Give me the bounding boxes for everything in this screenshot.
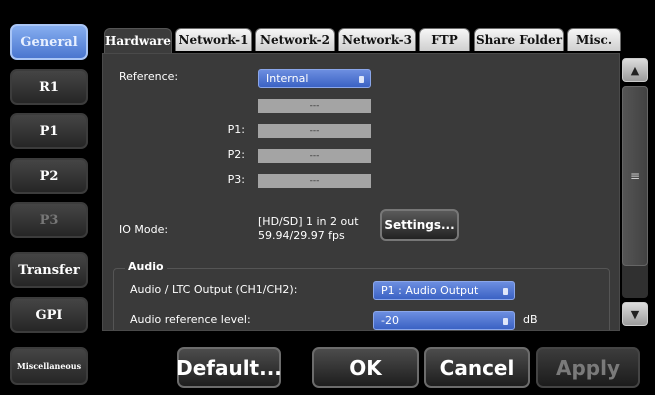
nav-p2-button[interactable]: P2 bbox=[10, 158, 88, 194]
reference-dropdown[interactable]: Internal bbox=[258, 69, 371, 88]
tab-misc[interactable]: Misc. bbox=[567, 28, 621, 51]
reference-label: Reference: bbox=[119, 70, 179, 83]
tab-network-3[interactable]: Network-3 bbox=[338, 28, 416, 51]
audio-ltc-dropdown-value: P1 : Audio Output bbox=[381, 284, 479, 297]
reference-status-field: --- bbox=[258, 99, 371, 113]
dropdown-arrow-icon bbox=[503, 288, 508, 295]
tab-share-folder[interactable]: Share Folder bbox=[474, 28, 564, 51]
tab-network-2[interactable]: Network-2 bbox=[255, 28, 335, 51]
scroll-up-button[interactable]: ▲ bbox=[622, 58, 648, 82]
triangle-down-icon: ▼ bbox=[630, 307, 640, 321]
hardware-panel: Reference: Internal --- P1: --- P2: --- … bbox=[102, 53, 620, 331]
io-mode-line1: [HD/SD] 1 in 2 out bbox=[258, 215, 359, 228]
dropdown-arrow-icon bbox=[359, 76, 364, 83]
audio-ltc-dropdown[interactable]: P1 : Audio Output bbox=[373, 281, 515, 300]
p2-label: P2: bbox=[227, 148, 245, 161]
nav-gpi-button[interactable]: GPI bbox=[10, 297, 88, 333]
audio-ref-dropdown[interactable]: -20 bbox=[373, 311, 515, 330]
apply-button[interactable]: Apply bbox=[536, 347, 640, 388]
ok-button[interactable]: OK bbox=[312, 347, 419, 388]
dropdown-arrow-icon bbox=[503, 318, 508, 325]
tab-network-1[interactable]: Network-1 bbox=[175, 28, 252, 51]
scrollbar-thumb[interactable]: ≡ bbox=[622, 86, 648, 266]
audio-group-title: Audio bbox=[125, 260, 167, 273]
p2-status-field: --- bbox=[258, 149, 371, 163]
nav-general-button[interactable]: General bbox=[10, 24, 88, 60]
tab-ftp[interactable]: FTP bbox=[419, 28, 470, 51]
audio-ltc-label: Audio / LTC Output (CH1/CH2): bbox=[130, 283, 298, 296]
tab-hardware[interactable]: Hardware bbox=[104, 28, 172, 53]
cancel-button[interactable]: Cancel bbox=[424, 347, 530, 388]
nav-miscellaneous-button[interactable]: Miscellaneous bbox=[10, 347, 88, 385]
p3-label: P3: bbox=[227, 173, 245, 186]
reference-dropdown-value: Internal bbox=[266, 72, 309, 85]
triangle-up-icon: ▲ bbox=[630, 63, 640, 77]
audio-ref-label: Audio reference level: bbox=[130, 313, 251, 326]
scroll-down-button[interactable]: ▼ bbox=[622, 302, 648, 326]
nav-transfer-button[interactable]: Transfer bbox=[10, 252, 88, 288]
settings-button[interactable]: Settings... bbox=[380, 209, 459, 241]
p1-status-field: --- bbox=[258, 124, 371, 138]
io-mode-label: IO Mode: bbox=[119, 223, 169, 236]
default-button[interactable]: Default... bbox=[176, 347, 282, 388]
nav-p3-button[interactable]: P3 bbox=[10, 202, 88, 238]
io-mode-line2: 59.94/29.97 fps bbox=[258, 229, 345, 242]
p3-status-field: --- bbox=[258, 174, 371, 188]
audio-ref-unit: dB bbox=[523, 313, 538, 326]
nav-p1-button[interactable]: P1 bbox=[10, 113, 88, 149]
audio-ref-dropdown-value: -20 bbox=[381, 314, 399, 327]
p1-label: P1: bbox=[227, 123, 245, 136]
nav-r1-button[interactable]: R1 bbox=[10, 69, 88, 105]
grip-icon: ≡ bbox=[629, 169, 641, 183]
